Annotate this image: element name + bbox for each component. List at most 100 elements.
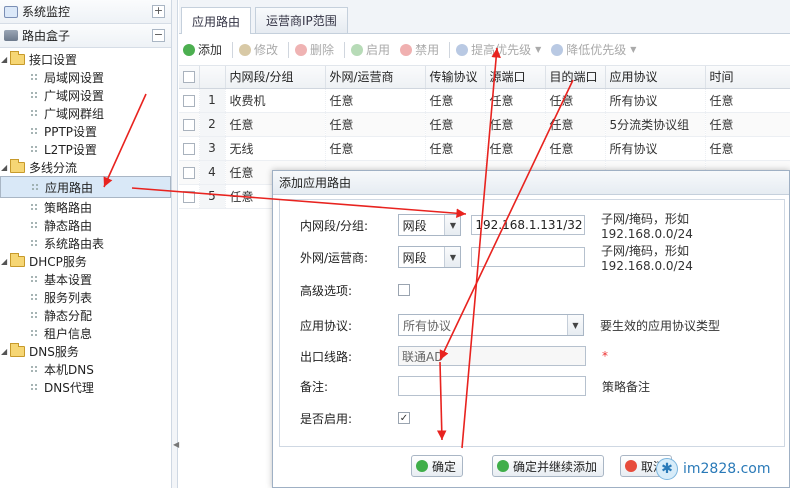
dialog-title[interactable]: 添加应用路由: [273, 171, 789, 195]
add-button[interactable]: 添加: [183, 41, 222, 58]
lan-row: 内网段/分组: 网段 ▼ 192.168.1.131/32 子网/掩码，形如 1…: [300, 212, 784, 241]
enabled-checkbox[interactable]: ✓: [398, 412, 410, 424]
wan-label: 外网/运营商:: [300, 250, 369, 265]
lan-input[interactable]: 192.168.1.131/32: [471, 215, 585, 235]
leaf-icon: [30, 145, 38, 153]
row-number-header: [199, 66, 226, 89]
row-number: 4: [199, 160, 226, 185]
row-checkbox[interactable]: [179, 88, 200, 113]
tree-group-interface[interactable]: ◢ 接口设置: [0, 50, 171, 68]
column-header[interactable]: 应用协议: [605, 66, 706, 89]
leaf-icon: [30, 365, 38, 373]
tree-item-app-route[interactable]: 应用路由: [0, 176, 171, 198]
sidebar-splitter[interactable]: [172, 0, 178, 488]
leaf-icon: [30, 127, 38, 135]
lower-priority-button[interactable]: 降低优先级 ▼: [551, 41, 636, 58]
collapse-triangle-icon[interactable]: ◢: [1, 55, 10, 64]
collapse-triangle-icon[interactable]: ◢: [1, 347, 10, 356]
leaf-icon: [30, 91, 38, 99]
item-label: 策略路由: [44, 200, 93, 215]
ok-continue-label: 确定并继续添加: [513, 459, 598, 474]
disable-button[interactable]: 禁用: [400, 41, 439, 58]
tree-item-lease-info[interactable]: 租户信息: [0, 324, 171, 342]
item-label: 基本设置: [44, 272, 93, 287]
collapse-triangle-icon[interactable]: ◢: [1, 257, 10, 266]
tree-item-l2tp[interactable]: L2TP设置: [0, 140, 171, 158]
advanced-checkbox[interactable]: [398, 284, 410, 296]
wan-hint: 子网/掩码，形如 192.168.0.0/24: [601, 243, 693, 273]
table-row[interactable]: 3 无线 任意 任意 任意 任意 所有协议 任意: [179, 136, 790, 161]
table-cell: 任意: [545, 112, 606, 137]
column-header[interactable]: 传输协议: [425, 66, 486, 89]
chevron-down-icon: ▼: [567, 315, 583, 335]
cancel-icon: [625, 460, 637, 472]
tree-item-service-list[interactable]: 服务列表: [0, 288, 171, 306]
leaf-icon: [30, 275, 38, 283]
collapse-button[interactable]: −: [152, 29, 165, 42]
leaf-icon: [30, 293, 38, 301]
line-label: 出口线路:: [300, 349, 353, 364]
disable-label: 禁用: [415, 43, 440, 57]
chevron-down-icon: ▼: [444, 247, 461, 267]
raise-priority-button[interactable]: 提高优先级 ▼: [449, 41, 541, 58]
row-checkbox[interactable]: [179, 160, 200, 185]
tree-group-multiline[interactable]: ◢ 多线分流: [0, 158, 171, 176]
column-header[interactable]: 时间: [705, 66, 790, 89]
enable-button[interactable]: 启用: [344, 41, 390, 58]
line-input[interactable]: 联通AD: [398, 346, 586, 366]
tree-item-static-route[interactable]: 静态路由: [0, 216, 171, 234]
ok-button[interactable]: 确定: [411, 455, 464, 477]
item-label: 系统路由表: [44, 236, 105, 251]
lan-type-select[interactable]: 网段 ▼: [397, 214, 462, 236]
row-checkbox[interactable]: [179, 184, 200, 209]
tab-carrier-ip[interactable]: 运营商IP范围: [255, 7, 348, 33]
panel-title: 路由盒子: [22, 29, 71, 43]
tree-item-basic[interactable]: 基本设置: [0, 270, 171, 288]
tree-item-route-table[interactable]: 系统路由表: [0, 234, 171, 252]
expand-button[interactable]: +: [152, 5, 165, 18]
proto-row: 应用协议: 所有协议 ▼ 要生效的应用协议类型: [300, 314, 720, 336]
tree-item-lan[interactable]: 局域网设置: [0, 68, 171, 86]
folder-icon: [10, 50, 25, 65]
tab-app-route[interactable]: 应用路由: [181, 7, 252, 34]
add-route-dialog: 添加应用路由 内网段/分组: 网段 ▼ 192.168.1.131/32 子网/…: [272, 170, 790, 488]
check-icon: [416, 460, 428, 472]
lan-hint: 子网/掩码，形如 192.168.0.0/24: [601, 211, 693, 241]
table-cell: 5分流类协议组: [605, 112, 706, 137]
table-cell: 无线: [225, 136, 326, 161]
tree-group-dhcp[interactable]: ◢ DHCP服务: [0, 252, 171, 270]
panel-system-monitor[interactable]: 系统监控 +: [0, 0, 171, 24]
ok-continue-button[interactable]: 确定并继续添加: [492, 455, 605, 477]
column-header[interactable]: 外网/运营商: [325, 66, 426, 89]
tree-item-pptp[interactable]: PPTP设置: [0, 122, 171, 140]
column-header[interactable]: 源端口: [485, 66, 546, 89]
folder-icon: [10, 158, 25, 173]
tree-item-wan[interactable]: 广域网设置: [0, 86, 171, 104]
tree-item-local-dns[interactable]: 本机DNS: [0, 360, 171, 378]
edit-button[interactable]: 修改: [232, 41, 278, 58]
proto-select[interactable]: 所有协议 ▼: [398, 314, 584, 336]
leaf-icon: [30, 109, 38, 117]
group-label: DHCP服务: [29, 254, 87, 269]
tree-group-dns[interactable]: ◢ DNS服务: [0, 342, 171, 360]
row-checkbox[interactable]: [179, 112, 200, 137]
wan-type-select[interactable]: 网段 ▼: [397, 246, 462, 268]
wan-input[interactable]: [471, 247, 585, 267]
column-header[interactable]: 内网段/分组: [225, 66, 326, 89]
item-label: PPTP设置: [44, 124, 98, 139]
tree-item-dns-proxy[interactable]: DNS代理: [0, 378, 171, 396]
collapse-triangle-icon[interactable]: ◢: [1, 163, 10, 172]
delete-button[interactable]: 删除: [288, 41, 334, 58]
table-cell: 任意: [705, 112, 790, 137]
table-row[interactable]: 1 收费机 任意 任意 任意 任意 所有协议 任意: [179, 88, 790, 113]
panel-router-box[interactable]: 路由盒子 −: [0, 24, 171, 48]
column-header[interactable]: 目的端口: [545, 66, 606, 89]
select-all-checkbox[interactable]: [179, 66, 200, 89]
tree-item-policy-route[interactable]: 策略路由: [0, 198, 171, 216]
row-checkbox[interactable]: [179, 136, 200, 161]
tree-item-static-alloc[interactable]: 静态分配: [0, 306, 171, 324]
table-row[interactable]: 2 任意 任意 任意 任意 任意 5分流类协议组 任意: [179, 112, 790, 137]
tree-item-wan-group[interactable]: 广域网群组: [0, 104, 171, 122]
note-input[interactable]: [398, 376, 586, 396]
chevron-down-icon: ▼: [444, 215, 461, 235]
